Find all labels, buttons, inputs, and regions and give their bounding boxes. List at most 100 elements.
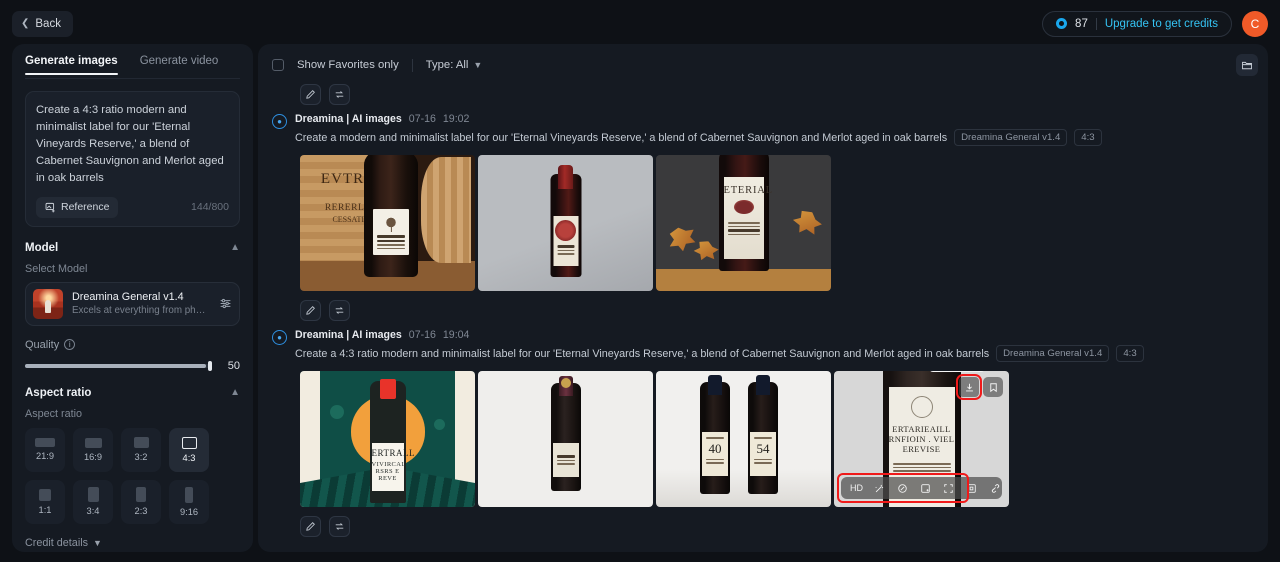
frame-icon[interactable] — [939, 479, 958, 497]
hd-button[interactable]: HD — [847, 479, 866, 497]
bottle-label-number: 54 — [756, 440, 770, 456]
row-ratio-tag: 4:3 — [1116, 345, 1144, 362]
download-tooltip: Download — [928, 371, 985, 372]
tab-generate-images-label: Generate images — [25, 55, 118, 67]
download-icon[interactable] — [956, 374, 982, 400]
archive-folder-button[interactable] — [1236, 54, 1258, 76]
type-filter-label: Type: All — [425, 59, 469, 71]
avatar[interactable]: C — [1242, 10, 1268, 37]
prompt-box[interactable]: Create a 4:3 ratio modern and minimalist… — [25, 91, 240, 227]
generated-image-hovered[interactable]: ERTARIEAILL RNFIOIN . VIEL EREVISE Downl… — [834, 371, 1009, 507]
aspect-shape — [136, 487, 146, 503]
back-button-label: Back — [35, 17, 61, 30]
regenerate-button[interactable] — [329, 84, 350, 105]
bottle-capsule — [558, 376, 573, 396]
row-actions-top — [300, 84, 1254, 105]
regenerate-button[interactable] — [329, 300, 350, 321]
aspect-option-label: 4:3 — [182, 452, 196, 463]
tab-generate-images[interactable]: Generate images — [25, 55, 118, 75]
credits-pill[interactable]: 87 Upgrade to get credits — [1042, 10, 1232, 37]
crop-icon[interactable] — [962, 479, 981, 497]
model-card[interactable]: Dreamina General v1.4 Excels at everythi… — [25, 281, 240, 326]
aspect-section-header[interactable]: Aspect ratio ▲ — [25, 387, 240, 399]
aspect-option-label: 9:16 — [179, 506, 199, 517]
credit-details-toggle[interactable]: Credit details ▼ — [25, 537, 240, 549]
upgrade-link[interactable]: Upgrade to get credits — [1105, 18, 1218, 30]
bottle-capsule — [708, 375, 722, 395]
gold-seal-icon — [560, 378, 571, 388]
retouch-icon[interactable] — [893, 479, 912, 497]
chevron-up-icon[interactable]: ▲ — [230, 242, 240, 253]
credit-details-label: Credit details — [25, 536, 89, 549]
model-settings-icon[interactable] — [219, 297, 232, 310]
generated-image[interactable]: ERTRALL VIVIRCAL RSRS E REVE — [300, 371, 475, 507]
quality-row: Quality i — [25, 339, 240, 351]
wine-bottle — [550, 165, 581, 277]
bottle-label-line1: ERTRALL — [371, 448, 415, 458]
aspect-option-3-2[interactable]: 3:2 — [121, 427, 161, 472]
more-options-icon[interactable]: ⋯ — [1008, 479, 1009, 497]
tab-generate-video[interactable]: Generate video — [140, 55, 219, 74]
bottle-label-line1: ERTARIEAILL — [892, 424, 951, 434]
row-prompt-line: Create a modern and minimalist label for… — [295, 129, 1254, 146]
bookmark-icon[interactable] — [983, 377, 1003, 397]
info-icon[interactable]: i — [64, 339, 76, 351]
generated-image[interactable] — [478, 371, 653, 507]
row-date: 07-16 — [408, 329, 436, 341]
credits-count: 87 — [1075, 17, 1088, 30]
back-button[interactable]: ❮ Back — [12, 10, 73, 37]
quality-slider-knob[interactable] — [208, 360, 212, 371]
chevron-down-icon-type: ▼ — [473, 60, 483, 70]
dreamina-badge-icon: ● — [272, 114, 287, 129]
bottle-label: ERTRALL VIVIRCAL RSRS E REVE — [371, 443, 415, 491]
barrel-end — [421, 157, 471, 264]
bottle-capsule — [558, 165, 573, 189]
type-filter[interactable]: Type: All ▼ — [426, 59, 483, 71]
expand-icon[interactable] — [916, 479, 935, 497]
decor-dot — [434, 419, 445, 430]
generated-image[interactable] — [478, 155, 653, 291]
aspect-shape — [35, 438, 55, 448]
pill-divider — [1095, 17, 1097, 30]
decor-dot — [330, 405, 344, 419]
aspect-option-1-1[interactable]: 1:1 — [25, 479, 65, 524]
quality-slider[interactable] — [25, 360, 212, 371]
chevron-up-icon-aspect[interactable]: ▲ — [230, 387, 240, 398]
aspect-option-21-9[interactable]: 21:9 — [25, 427, 65, 472]
magic-wand-icon[interactable] — [870, 479, 889, 497]
regenerate-button[interactable] — [329, 516, 350, 537]
edit-button[interactable] — [300, 516, 321, 537]
aspect-option-16-9[interactable]: 16:9 — [73, 427, 113, 472]
wine-bottle — [364, 155, 418, 277]
generated-image[interactable]: ETERIAL — [656, 155, 831, 291]
aspect-option-9-16[interactable]: 9:16 — [169, 479, 209, 524]
generated-image[interactable]: EVTRAL RERERLSCE CESSATION — [300, 155, 475, 291]
favorites-label[interactable]: Show Favorites only — [297, 59, 399, 71]
row-source: Dreamina | AI images — [295, 113, 402, 125]
row-meta-line: Dreamina | AI images 07-16 19:02 — [295, 113, 1254, 125]
model-section-header[interactable]: Model ▲ — [25, 242, 240, 254]
dreamina-badge-icon: ● — [272, 330, 287, 345]
aspect-option-3-4[interactable]: 3:4 — [73, 479, 113, 524]
row-source: Dreamina | AI images — [295, 329, 402, 341]
generation-row: ● Dreamina | AI images 07-16 19:04 Creat… — [258, 329, 1268, 537]
favorites-checkbox[interactable] — [272, 59, 284, 71]
generated-image[interactable]: 40 54 — [656, 371, 831, 507]
row-prompt-line: Create a 4:3 ratio modern and minimalist… — [295, 345, 1254, 362]
link-icon[interactable] — [985, 479, 1004, 497]
edit-button[interactable] — [300, 300, 321, 321]
thumbnail-strip: ERTRALL VIVIRCAL RSRS E REVE 40 54 ERTAR… — [300, 371, 1254, 507]
wine-bottle: 54 — [748, 375, 778, 494]
credit-coin-icon — [1056, 18, 1068, 29]
autumn-leaf — [789, 206, 825, 240]
top-bar-right: 87 Upgrade to get credits C — [1042, 10, 1268, 37]
aspect-option-4-3[interactable]: 4:3 — [169, 427, 209, 472]
aspect-option-label: 3:4 — [86, 506, 100, 517]
prompt-text[interactable]: Create a 4:3 ratio modern and minimalist… — [36, 102, 229, 187]
reference-button[interactable]: Reference — [36, 196, 119, 218]
aspect-option-2-3[interactable]: 2:3 — [121, 479, 161, 524]
aspect-shape — [185, 486, 193, 503]
avatar-initial: C — [1250, 16, 1260, 31]
edit-button[interactable] — [300, 84, 321, 105]
row-actions-bottom — [300, 300, 1254, 321]
